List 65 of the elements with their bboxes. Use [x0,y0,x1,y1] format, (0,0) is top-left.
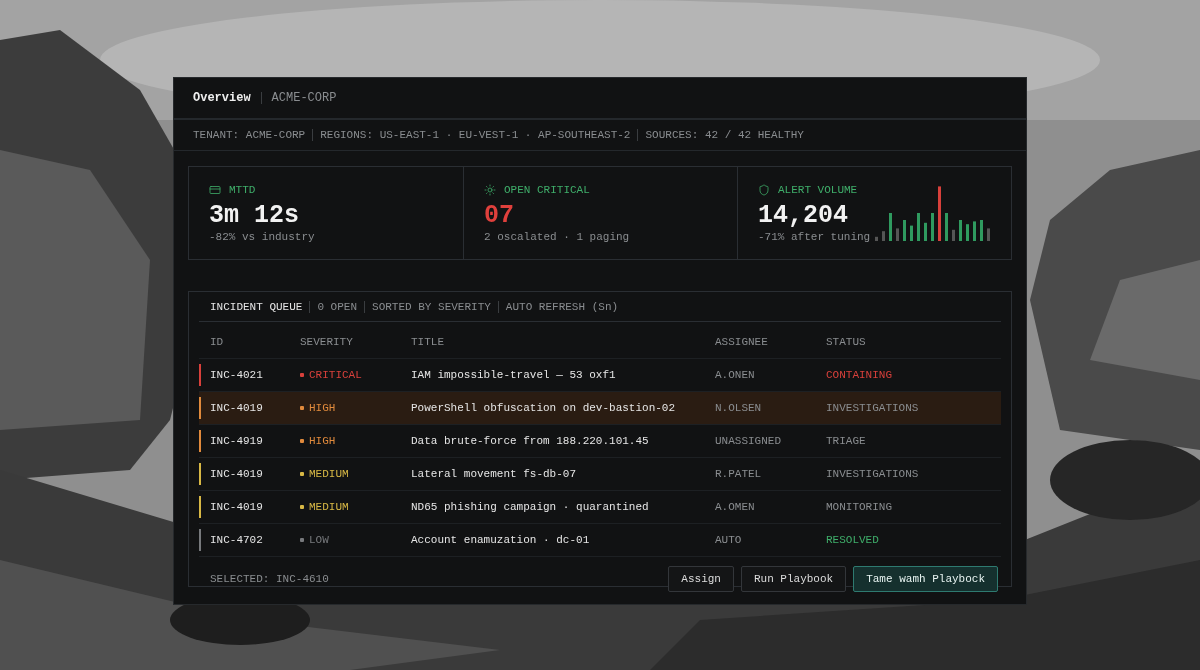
severity-label: MEDIUM [300,501,411,513]
incident-status: TRIAGE [826,435,867,447]
severity-label: CRITICAL [300,369,411,381]
stat-note: 2 oscalated · 1 paging [484,230,631,243]
severity-label: HIGH [300,435,411,447]
queue-title: INCIDENT QUEUE [210,300,303,313]
stat-value: 14,204 [758,200,849,231]
incident-title: IAM impossible-travel — 53 oxf1 [411,369,617,381]
action-button[interactable]: Assign [668,566,734,592]
assignee: N.OLSEN [715,402,763,414]
severity-label: MEDIUM [300,468,411,480]
assignee: R.PATEL [715,468,763,480]
queue-meta: AUTO REFRESH (Sn) [505,300,619,313]
incident-title: PowerShell obfuscation on dev-bastion-02 [411,402,677,414]
incident-row[interactable]: INC-4702 LOW Account enamuzation · dc-01 AUTO RESOLVED [199,524,1001,557]
incident-row[interactable]: INC-4919 HIGH Data brute-force from 188.220.101.45 UNASSIGNED TRIAGE [199,425,1001,458]
incident-id: INC-4021 [210,369,264,381]
assignee: A.ONEN [715,369,756,381]
column-header: STATUS [826,336,867,348]
incident-status: MONITORING [826,501,893,513]
column-header: SEVERITY [300,336,354,348]
queue-meta: SORTED BY SEVERITY [372,300,491,313]
sun-icon [484,183,496,196]
incident-id: INC-4019 [210,468,264,480]
incident-id: INC-4019 [210,402,264,414]
incident-title: ND65 phishing campaign · quarantined [411,501,650,513]
action-button[interactable]: Run Playbook [740,566,847,592]
incident-status: RESOLVED [826,534,880,546]
selected-label: SELECTED: INC-4610 [210,573,329,585]
incident-row[interactable]: INC-4019 MEDIUM ND65 phishing campaign · quarantined A.OMEN MONITORING [199,491,1001,524]
incident-row[interactable]: INC-4019 MEDIUM Lateral movement fs-db-07 R.PATEL INVESTIGATIONS [199,458,1001,491]
shield-icon [758,183,770,196]
incident-id: INC-4919 [210,435,264,447]
meta-info: REGIONS: US-EAST-1 · EU-VEST-1 · AP-SOUTHEAST-2 [320,129,631,141]
page-title: Overview [193,91,251,105]
severity-label: LOW [300,534,411,546]
stat-value: 07 [484,200,515,231]
severity-label: HIGH [300,402,411,414]
incident-status: INVESTIGATIONS [826,402,920,414]
column-header: ID [210,336,225,348]
stat-note: -71% after tuning [758,230,872,243]
incident-status: CONTAINING [826,369,893,381]
incident-title: Data brute-force from 188.220.101.45 [411,435,650,447]
stat-label: OPEN CRITICAL [504,183,590,196]
incident-title: Account enamuzation · dc-01 [411,534,591,546]
incident-status: INVESTIGATIONS [826,468,920,480]
incident-id: INC-4702 [210,534,264,546]
incident-id: INC-4019 [210,501,264,513]
card-icon [209,183,221,196]
stat-value: 3m 12s [209,200,300,231]
assignee: A.OMEN [715,501,756,513]
assignee: UNASSIGNED [715,435,782,447]
stat-label: ALERT VOLUME [778,183,858,196]
incident-title: Lateral movement fs-db-07 [411,468,578,480]
stat-label: MTTD [229,183,256,196]
action-button[interactable]: Tame wamh Playbock [853,566,998,592]
incident-row[interactable]: INC-4019 HIGH PowerShell obfuscation on dev-bastion-02 N.OLSEN INVESTIGATIONS [199,392,1001,425]
column-header: TITLE [411,336,445,348]
queue-meta: 0 OPEN [317,300,358,313]
stat-note: -82% vs industry [209,230,316,243]
meta-info: SOURCES: 42 / 42 HEALTHY [645,129,804,141]
assignee: AUTO [715,534,743,546]
column-header: ASSIGNEE [715,336,769,348]
meta-info: TENANT: ACME-CORP [193,129,306,141]
tenant-name: ACME-CORP [271,91,337,105]
